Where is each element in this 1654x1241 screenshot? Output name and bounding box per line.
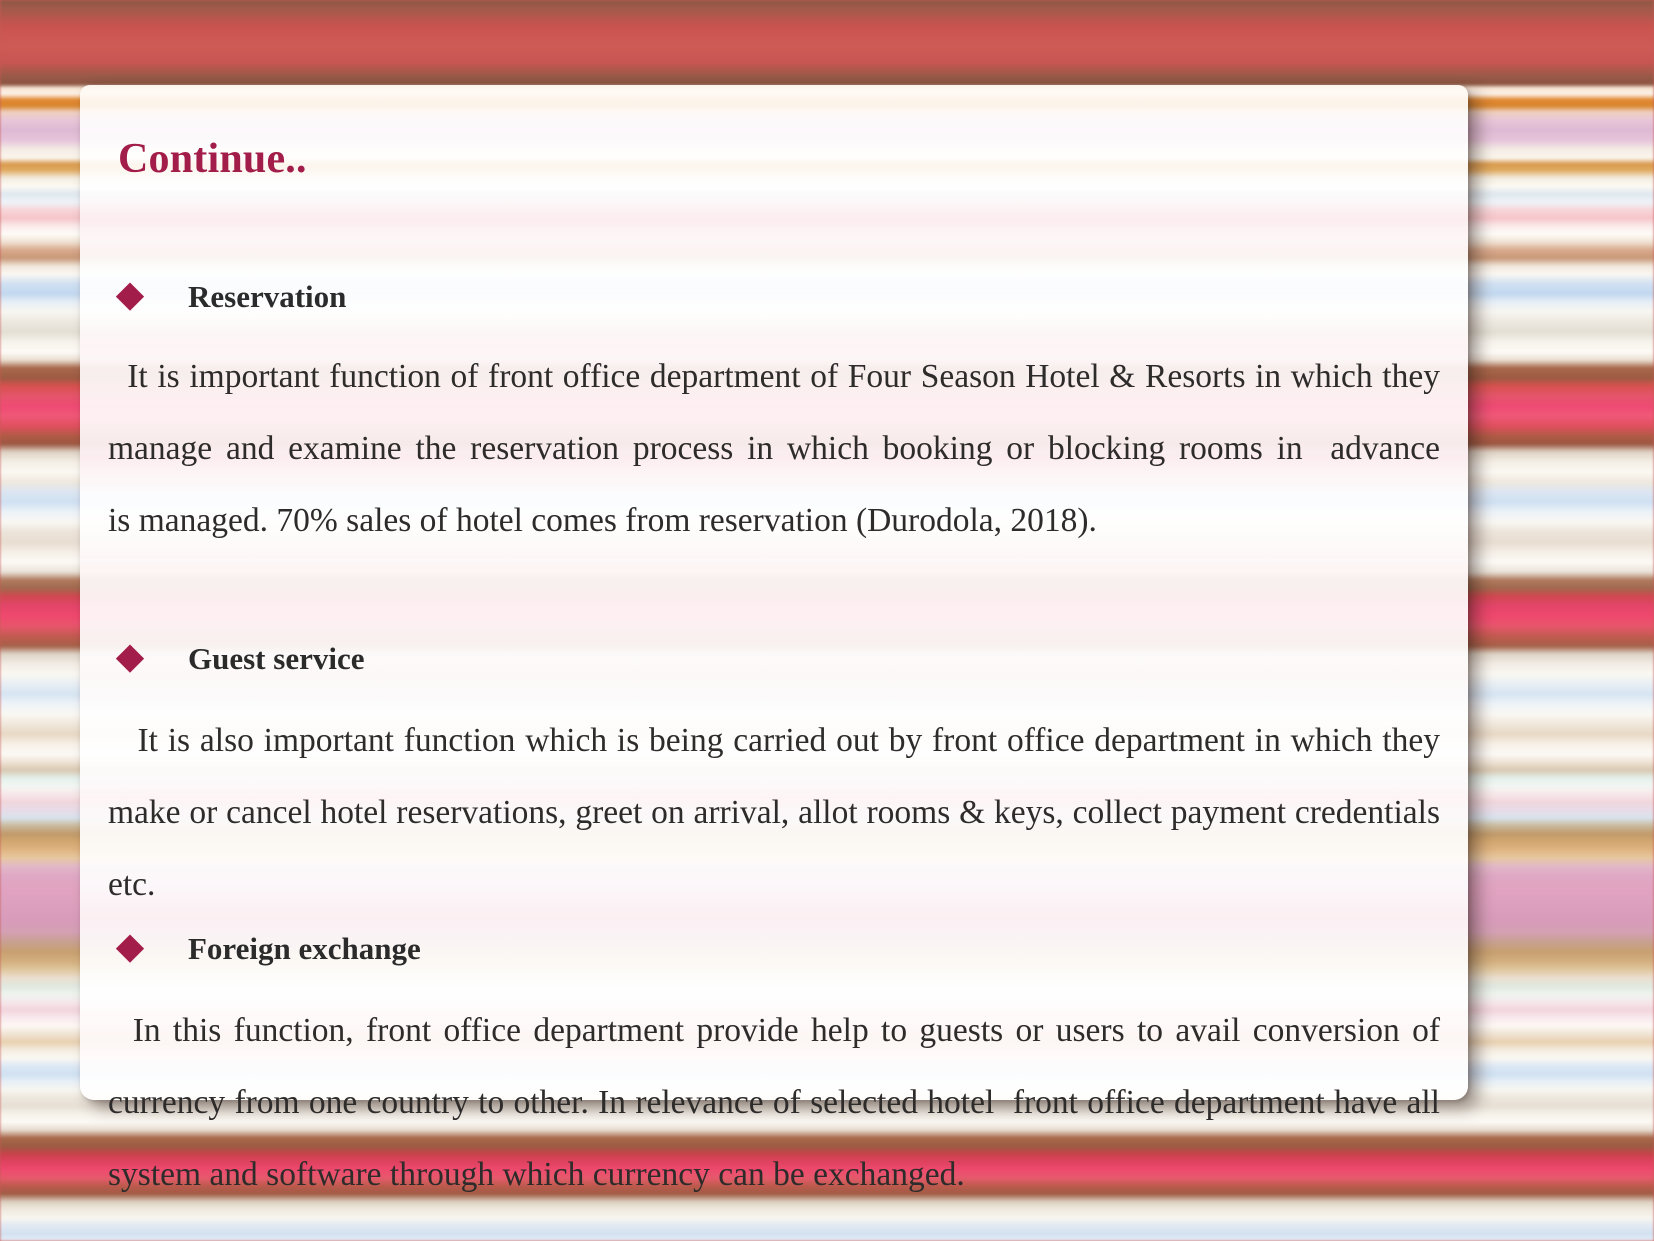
slide-title: Continue.. [118,136,307,182]
presentation-slide: Continue.. Reservation It is important f… [0,0,1654,1241]
diamond-bullet-icon [115,643,145,673]
section-heading-label: Reservation [188,279,347,314]
bullet-heading-row: Reservation [80,281,346,312]
paragraph-foreign-exchange: In this function, front office departmen… [108,1012,1449,1193]
paragraph-reservation: It is important function of front office… [108,358,1440,539]
bullet-heading-row: Foreign exchange [80,933,421,964]
section-body-reservation: It is important function of front office… [80,341,1468,557]
diamond-bullet-icon [115,281,145,311]
paragraph-guest-service: It is also important function which is b… [108,722,1449,903]
section-body-foreign-exchange: In this function, front office departmen… [80,995,1468,1211]
section-heading-label: Foreign exchange [188,931,421,966]
section-heading-foreign-exchange: Foreign exchange [80,933,421,964]
section-body-guest-service: It is also important function which is b… [80,705,1468,921]
section-heading-label: Guest service [188,641,365,676]
bullet-heading-row: Guest service [80,643,364,674]
section-heading-reservation: Reservation [80,281,346,312]
diamond-bullet-icon [115,933,145,963]
section-heading-guest-service: Guest service [80,643,364,674]
